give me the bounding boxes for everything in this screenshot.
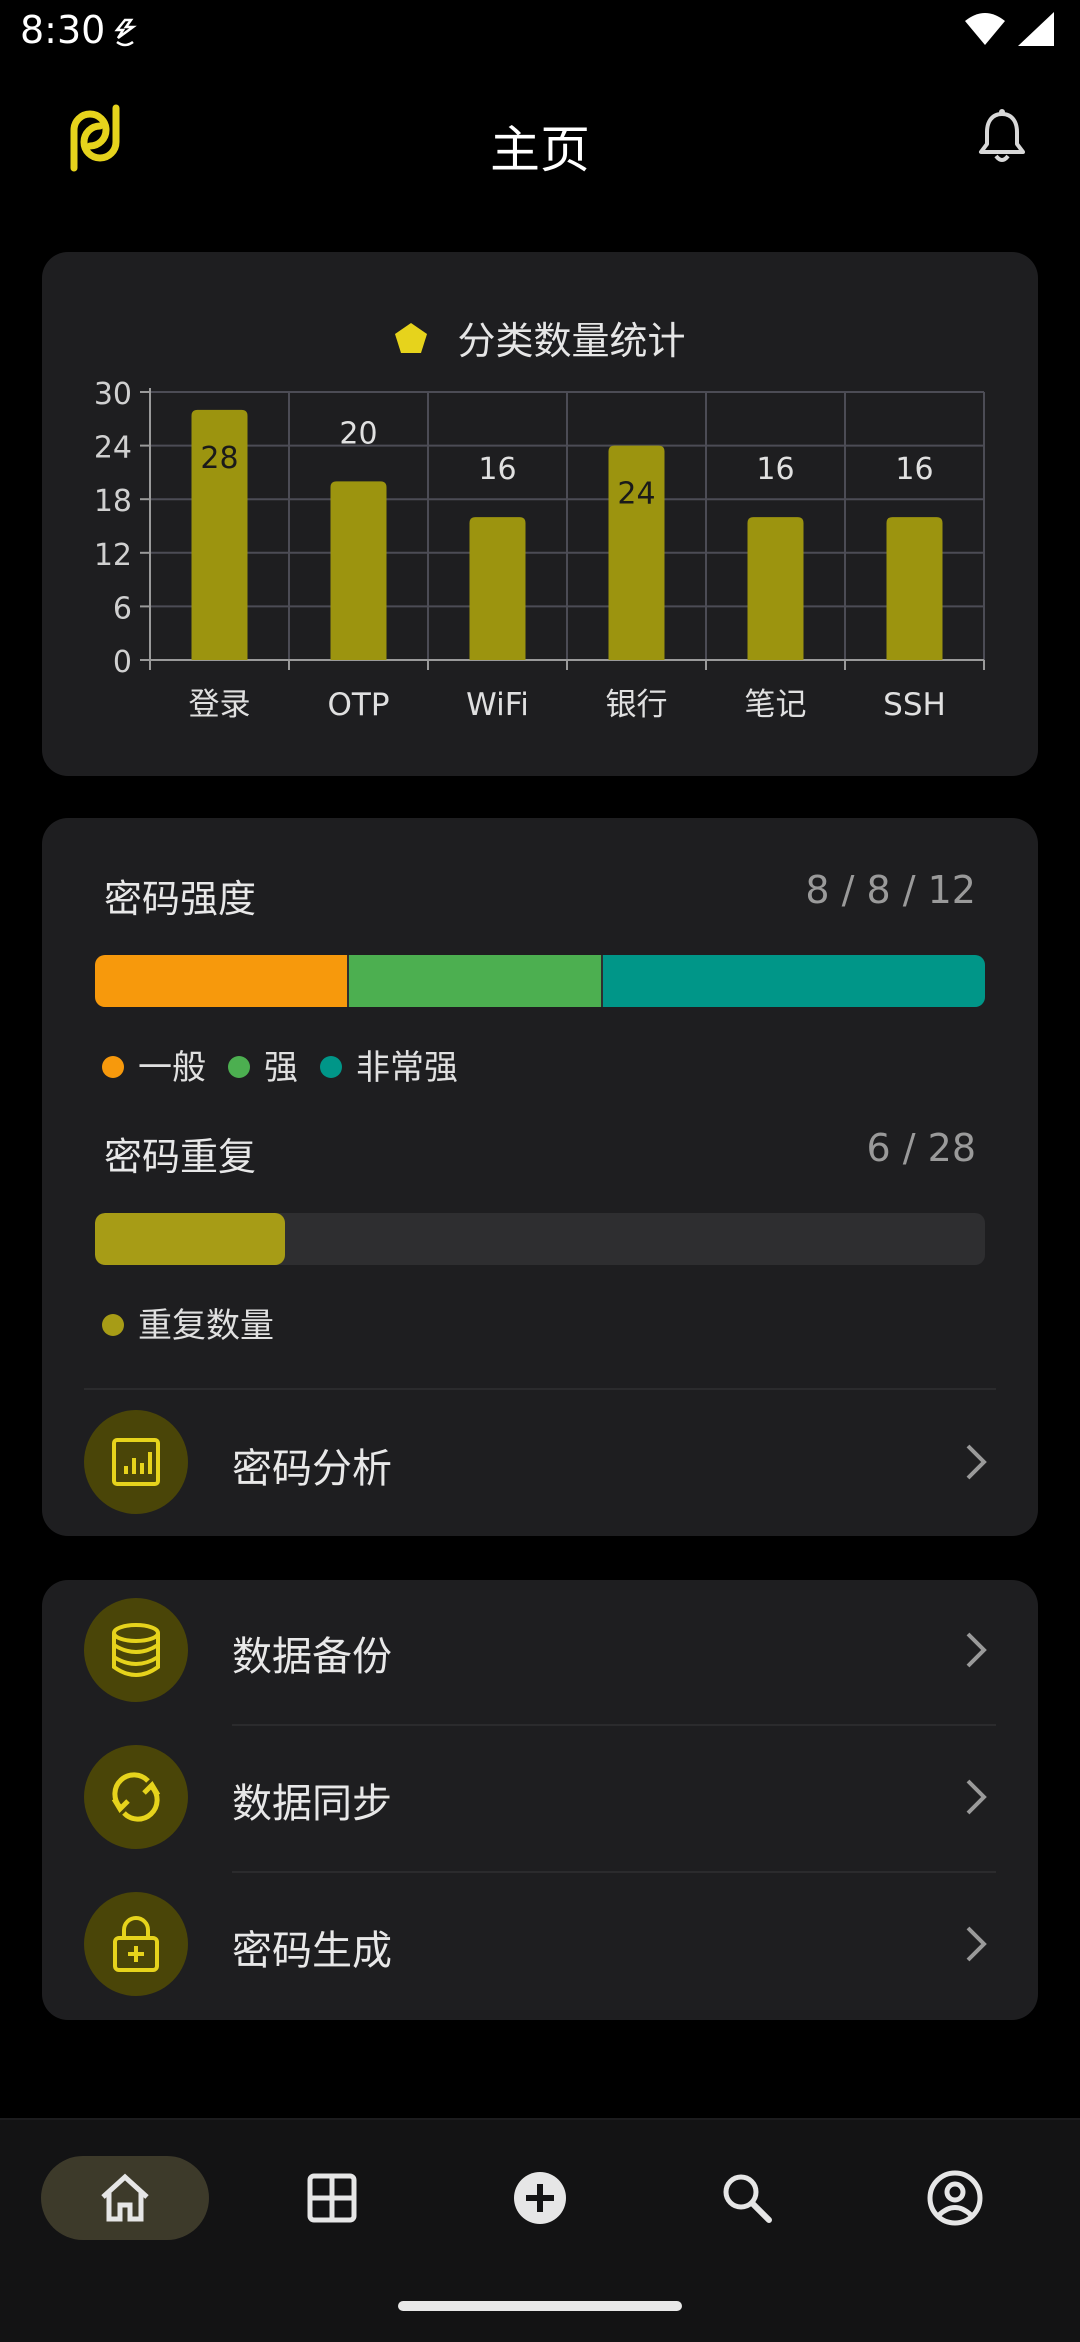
divider — [84, 1388, 996, 1390]
y-tick-label: 12 — [94, 538, 132, 573]
x-tick-label: 银行 — [606, 687, 668, 723]
repeat-title: 密码重复 — [104, 1135, 257, 1179]
page-title: 主页 — [490, 121, 590, 179]
legend-label: 强 — [264, 1048, 298, 1088]
data-label: 28 — [200, 441, 238, 476]
strength-segment — [95, 955, 347, 1007]
strength-legend-item: 非常强 — [320, 1048, 458, 1088]
repeat-bar-fill — [95, 1213, 285, 1265]
data-label: 24 — [617, 477, 655, 512]
y-tick-label: 30 — [94, 377, 132, 412]
status-bar: 8:30 — [0, 0, 1080, 64]
nav-profile[interactable] — [871, 2156, 1039, 2240]
password-generate-label: 密码生成 — [232, 1928, 392, 1974]
bar — [469, 517, 526, 660]
grid-icon — [307, 2173, 357, 2223]
data-backup-row[interactable]: 数据备份 — [42, 1580, 1038, 1720]
divider — [232, 1724, 996, 1726]
repeat-legend-label: 重复数量 — [138, 1306, 274, 1346]
legend-dot — [102, 1055, 124, 1078]
sync-icon — [84, 1745, 188, 1849]
y-tick-label: 24 — [94, 431, 132, 466]
app-bar: 主页 — [0, 80, 1080, 200]
account-icon — [927, 2170, 983, 2226]
strength-legend-item: 一般 — [102, 1048, 206, 1088]
chevron-right-icon — [966, 1444, 987, 1480]
legend-dot — [228, 1055, 250, 1078]
password-stats-card: 密码强度 8 / 8 / 12 一般强非常强 密码重复 6 / 28 重复数量 … — [42, 818, 1038, 1536]
signal-icon — [1018, 12, 1054, 46]
data-label: 16 — [478, 452, 516, 487]
strength-bar — [95, 955, 985, 1007]
divider — [232, 1871, 996, 1873]
y-tick-label: 0 — [113, 645, 132, 680]
analytics-icon — [84, 1410, 188, 1514]
data-label: 16 — [756, 452, 794, 487]
password-analysis-row[interactable]: 密码分析 — [42, 1392, 1038, 1532]
password-generate-row[interactable]: 密码生成 — [42, 1874, 1038, 2014]
strength-title: 密码强度 — [104, 877, 257, 921]
lock-plus-icon — [84, 1892, 188, 1996]
strength-segment — [349, 955, 601, 1007]
data-sync-row[interactable]: 数据同步 — [42, 1727, 1038, 1867]
strength-value: 8 / 8 / 12 — [805, 868, 976, 912]
bar — [330, 481, 387, 660]
nav-categories[interactable] — [248, 2156, 416, 2240]
password-analysis-label: 密码分析 — [232, 1446, 392, 1492]
x-tick-label: WiFi — [466, 687, 529, 723]
notification-bell-icon[interactable] — [976, 108, 1028, 164]
database-icon — [84, 1598, 188, 1702]
y-tick-label: 18 — [94, 484, 132, 519]
wifi-icon — [964, 13, 1005, 45]
x-tick-label: OTP — [327, 687, 389, 723]
bar-chart: 0 6 12 18 24 30 28 登录 20 OTP 16 WiFi 24 银行 16 笔记 16 SSH — [94, 377, 985, 723]
data-backup-label: 数据备份 — [232, 1634, 392, 1680]
legend-label: 一般 — [138, 1048, 206, 1088]
repeat-value: 6 / 28 — [866, 1126, 977, 1170]
add-circle-icon — [514, 2172, 566, 2224]
y-tick-label: 6 — [113, 591, 132, 626]
data-label: 20 — [339, 416, 377, 451]
chevron-right-icon — [966, 1632, 987, 1668]
legend-dot — [320, 1055, 342, 1078]
legend-label: 非常强 — [356, 1048, 458, 1088]
home-icon — [101, 2173, 149, 2222]
nav-home[interactable] — [41, 2156, 209, 2240]
strength-legend-item: 强 — [228, 1048, 298, 1088]
data-label: 16 — [895, 452, 933, 487]
status-time: 8:30 — [20, 8, 106, 52]
repeat-legend: 重复数量 — [102, 1298, 274, 1347]
x-tick-label: 笔记 — [745, 687, 807, 723]
home-indicator[interactable] — [398, 2301, 682, 2311]
x-tick-label: SSH — [883, 687, 946, 723]
nav-search[interactable] — [663, 2156, 831, 2240]
chevron-right-icon — [966, 1779, 987, 1815]
data-sync-label: 数据同步 — [232, 1781, 392, 1827]
bar — [747, 517, 804, 660]
bar — [886, 517, 943, 660]
repeat-legend-dot — [102, 1313, 124, 1336]
nav-add[interactable] — [456, 2156, 624, 2240]
strength-segment — [603, 955, 985, 1007]
strength-legend: 一般 强 非常强 — [102, 1040, 480, 1089]
tools-card: 数据备份 数据同步 密码生成 — [42, 1580, 1038, 2020]
x-tick-label: 登录 — [189, 687, 251, 723]
category-chart-card: 分类数量统计 0 6 12 18 24 30 28 登录 20 OTP 16 WiFi 24 银行 16 笔记… — [42, 252, 1038, 776]
search-icon — [723, 2174, 772, 2223]
chevron-right-icon — [966, 1926, 987, 1962]
data-saver-icon — [114, 18, 137, 47]
repeat-bar — [95, 1213, 985, 1265]
